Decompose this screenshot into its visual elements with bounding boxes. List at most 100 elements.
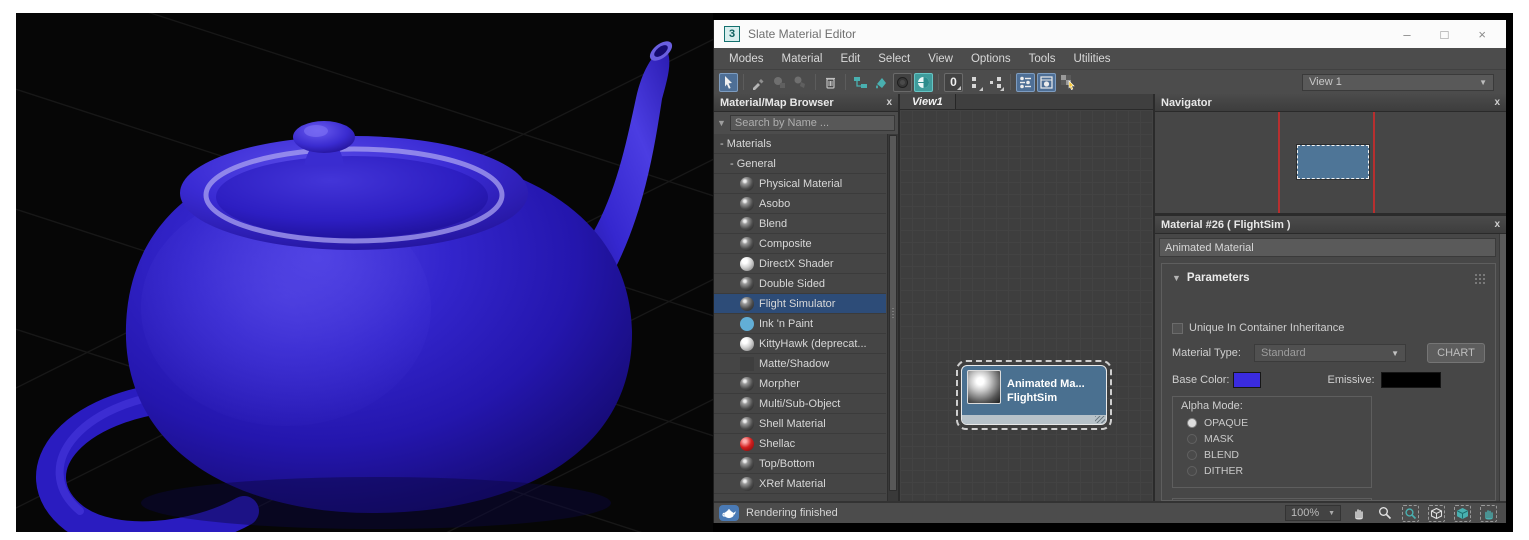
list-group-materials[interactable]: - Materials xyxy=(714,134,886,154)
list-item-double-sided[interactable]: Double Sided xyxy=(714,274,886,294)
close-button[interactable]: × xyxy=(1478,28,1486,41)
list-item-composite[interactable]: Composite xyxy=(714,234,886,254)
list-item-ink-n-paint[interactable]: Ink 'n Paint xyxy=(714,314,886,334)
list-item-shellac[interactable]: Shellac xyxy=(714,434,886,454)
view-selector-dropdown[interactable]: View 1 ▼ xyxy=(1302,73,1494,91)
hide-unused-nodeslots-icon[interactable] xyxy=(872,73,891,92)
menu-item-material[interactable]: Material xyxy=(773,53,832,65)
move-children-icon[interactable] xyxy=(851,73,870,92)
radio-opaque[interactable]: OPAQUE xyxy=(1181,415,1363,431)
radio-blend[interactable]: BLEND xyxy=(1181,447,1363,463)
list-item-asobo[interactable]: Asobo xyxy=(714,194,886,214)
navigator-view-rect[interactable] xyxy=(1297,145,1369,179)
parameters-rollout-header[interactable]: ▼ Parameters xyxy=(1172,272,1485,284)
menu-item-options[interactable]: Options xyxy=(962,53,1020,65)
search-input[interactable] xyxy=(729,115,895,131)
list-item-multi-sub-object[interactable]: Multi/Sub-Object xyxy=(714,394,886,414)
radio-icon[interactable] xyxy=(1187,466,1197,476)
list-item-matte-shadow[interactable]: Matte/Shadow xyxy=(714,354,886,374)
menubar: Modes Material Edit Select View Options … xyxy=(714,48,1506,70)
menu-item-view[interactable]: View xyxy=(919,53,962,65)
menu-item-select[interactable]: Select xyxy=(869,53,919,65)
radio-icon[interactable] xyxy=(1187,418,1197,428)
menu-item-utilities[interactable]: Utilities xyxy=(1064,53,1119,65)
list-group-general[interactable]: - General xyxy=(714,154,886,174)
show-shaded-material-icon[interactable]: 0 xyxy=(944,72,963,92)
delete-icon[interactable] xyxy=(821,73,840,92)
material-preview-icon[interactable] xyxy=(1037,72,1056,92)
list-item-directx-shader[interactable]: DirectX Shader xyxy=(714,254,886,274)
list-item-top-bottom[interactable]: Top/Bottom xyxy=(714,454,886,474)
list-item-shell-material[interactable]: Shell Material xyxy=(714,414,886,434)
viewport-3d[interactable] xyxy=(16,13,713,532)
list-item-blend[interactable]: Blend xyxy=(714,214,886,234)
material-list: - Materials - General Physical Material … xyxy=(714,134,898,501)
material-type-dropdown[interactable]: Standard ▼ xyxy=(1254,344,1406,362)
zoom-region-icon[interactable] xyxy=(1402,504,1419,522)
material-parameters-panel: Material #26 ( FlightSim ) x ▼ Parameter… xyxy=(1155,216,1506,501)
radio-icon[interactable] xyxy=(1187,450,1197,460)
chart-button[interactable]: CHART xyxy=(1427,343,1485,363)
node-canvas[interactable]: Animated Ma... FlightSim xyxy=(900,110,1153,501)
unique-in-container-checkbox[interactable] xyxy=(1172,322,1183,334)
radio-icon[interactable] xyxy=(1187,434,1197,444)
navigator-header[interactable]: Navigator x xyxy=(1155,94,1506,112)
browser-header[interactable]: Material/Map Browser x xyxy=(714,94,898,112)
rollout-collapse-icon[interactable]: ▼ xyxy=(1172,273,1181,283)
emissive-color-swatch[interactable] xyxy=(1380,372,1441,388)
browser-search-row: ▼ xyxy=(714,112,898,134)
list-item-morpher[interactable]: Morpher xyxy=(714,374,886,394)
unique-checkbox-label: Unique In Container Inheritance xyxy=(1189,322,1345,334)
list-item-xref-material[interactable]: XRef Material xyxy=(714,474,886,494)
select-by-material-icon[interactable] xyxy=(1058,73,1077,92)
list-item-kittyhawk[interactable]: KittyHawk (deprecat... xyxy=(714,334,886,354)
material-panel-scrollbar[interactable] xyxy=(1499,234,1506,501)
chevron-down-icon: ▼ xyxy=(1328,509,1335,517)
zoom-level-dropdown[interactable]: 100% ▼ xyxy=(1285,505,1341,521)
list-item-flight-simulator[interactable]: Flight Simulator xyxy=(714,294,886,314)
layout-children-icon[interactable] xyxy=(965,73,984,92)
zoom-extents-selected-icon[interactable] xyxy=(1454,504,1471,522)
material-panel-close-icon[interactable]: x xyxy=(1494,219,1500,230)
material-panel-header[interactable]: Material #26 ( FlightSim ) x xyxy=(1155,216,1506,234)
assign-material-icon[interactable] xyxy=(791,73,810,92)
tab-view1[interactable]: View1 xyxy=(900,94,956,109)
scrollbar-thumb[interactable] xyxy=(889,135,897,491)
zoom-extents-icon[interactable] xyxy=(1428,504,1445,522)
radio-mask[interactable]: MASK xyxy=(1181,431,1363,447)
menu-item-modes[interactable]: Modes xyxy=(720,53,773,65)
material-sphere-icon xyxy=(740,416,754,431)
pan-hand-icon[interactable] xyxy=(1350,505,1367,522)
browser-scrollbar[interactable] xyxy=(887,134,898,501)
node-title: Animated Ma... xyxy=(1007,377,1085,390)
zoom-icon[interactable] xyxy=(1376,505,1393,522)
status-message: Rendering finished xyxy=(746,507,838,519)
layout-all-icon[interactable] xyxy=(986,73,1005,92)
parameter-editor-icon[interactable] xyxy=(1016,72,1035,92)
navigator-close-icon[interactable]: x xyxy=(1494,97,1500,108)
maximize-button[interactable]: □ xyxy=(1441,28,1449,41)
base-color-swatch[interactable] xyxy=(1233,372,1262,388)
list-item-physical-material[interactable]: Physical Material xyxy=(714,174,886,194)
pick-material-icon[interactable] xyxy=(749,73,768,92)
menu-item-edit[interactable]: Edit xyxy=(831,53,869,65)
material-sphere-icon xyxy=(740,296,754,311)
window-titlebar[interactable]: 3 Slate Material Editor – □ × xyxy=(714,20,1506,48)
menu-item-tools[interactable]: Tools xyxy=(1020,53,1065,65)
put-material-icon[interactable] xyxy=(770,73,789,92)
screenshot: 3 Slate Material Editor – □ × Modes Mate… xyxy=(0,0,1529,540)
material-sphere-icon xyxy=(740,436,754,451)
navigator-canvas[interactable] xyxy=(1155,112,1506,213)
browser-close-icon[interactable]: x xyxy=(886,97,892,108)
show-background-icon[interactable] xyxy=(893,72,912,92)
material-sphere-icon xyxy=(740,456,754,471)
node-resize-grip[interactable] xyxy=(1095,416,1105,423)
show-maps-in-viewport-icon[interactable] xyxy=(914,72,933,92)
radio-dither[interactable]: DITHER xyxy=(1181,463,1363,479)
select-tool-icon[interactable] xyxy=(719,72,738,92)
minimize-button[interactable]: – xyxy=(1403,28,1410,41)
material-name-field[interactable] xyxy=(1159,238,1496,257)
material-node-flightsim[interactable]: Animated Ma... FlightSim xyxy=(961,365,1107,425)
search-options-icon[interactable]: ▼ xyxy=(717,118,726,128)
pan-to-selected-icon[interactable] xyxy=(1480,504,1497,522)
